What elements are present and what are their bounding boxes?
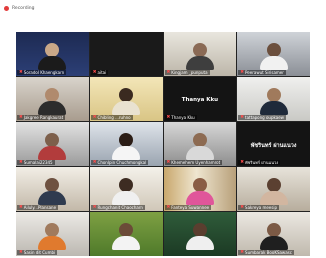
participant-tile[interactable] (163, 212, 237, 256)
participant-name: tattapong oupkaew (245, 115, 284, 120)
participant-tile[interactable]: พัชรินทร์ ผ่านแนวง ✖ พัชรินทร์ ผ่านแนวง (237, 122, 310, 166)
participant-tile[interactable]: ✖ Sumalai22345 (16, 122, 89, 166)
participant-tile[interactable]: ✖ Rungchanit Chaocharn (89, 167, 163, 211)
participant-video (185, 178, 214, 205)
recording-indicator: Recording (0, 0, 326, 16)
mic-muted-icon: ✖ (19, 205, 23, 210)
participant-tile[interactable]: ✖ Jakgree Rangkaurat (16, 77, 89, 121)
participant-tile[interactable]: ✖ Chonlpin Chuchmongkal (89, 122, 163, 166)
participant-name: Sumalai22345 (23, 160, 53, 165)
participant-name: Fanteya Suwannee (171, 205, 210, 210)
participant-name: Ailuly...Plansane (23, 205, 57, 210)
participant-tile[interactable]: ✖ Sumbarak BooKSawasc (237, 212, 310, 256)
gallery-view: ✖ Soradol Khaengkarn ✖ aitai ✖ Kingjam _pun… (16, 32, 310, 256)
participant-tile[interactable] (89, 212, 163, 256)
participant-tile[interactable]: ✖ Khemehem Uyenhamrot (163, 122, 237, 166)
participant-video (112, 88, 141, 115)
participant-video (112, 178, 141, 205)
participant-name: Rungchanit Chaocharn (97, 205, 143, 210)
participant-video (112, 133, 141, 160)
participant-name: Sumbarak BooKSawasc (245, 250, 292, 255)
mic-muted-icon: ✖ (92, 205, 97, 210)
participant-video (38, 43, 67, 70)
participant-video (259, 43, 288, 70)
participant-tile[interactable]: ✖ Kingjam _punputa (163, 32, 237, 76)
mic-muted-icon: ✖ (19, 115, 23, 120)
participant-name: Soradol Khaengkarn (23, 70, 65, 75)
mic-muted-icon: ✖ (19, 250, 23, 255)
participant-name-placeholder: พัชรินทร์ ผ่านแนวง (250, 142, 297, 149)
participant-name: Sasin dit Cumbi (23, 250, 56, 255)
mic-muted-icon: ✖ (240, 115, 245, 120)
participant-video (38, 178, 67, 205)
participant-video (38, 133, 67, 160)
participant-video (38, 223, 67, 250)
participant-tile[interactable]: ✖ Sasin dit Cumbi (16, 212, 89, 256)
mic-muted-icon: ✖ (166, 70, 171, 75)
participant-name: Jakgree Rangkaurat (23, 115, 64, 120)
participant-video (259, 223, 288, 250)
participant-tile[interactable]: Thanya Kku ✖ Thanya Kku (163, 77, 237, 121)
participant-name: พัชรินทร์ ผ่านแนวง (245, 160, 279, 165)
participant-video (259, 88, 288, 115)
participant-video (185, 133, 214, 160)
participant-video (185, 223, 214, 250)
participant-tile[interactable]: ✖ Sakreya meesip (237, 167, 310, 211)
mic-muted-icon: ✖ (166, 115, 171, 120)
participant-name-placeholder: Thanya Kku (181, 96, 219, 103)
mic-muted-icon: ✖ (240, 250, 245, 255)
mic-muted-icon: ✖ (166, 205, 171, 210)
participant-tile[interactable]: ✖ Soradol Khaengkarn (16, 32, 89, 76)
mic-muted-icon: ✖ (240, 205, 245, 210)
participant-name: Chibling ...ruhno (97, 115, 131, 120)
mic-muted-icon: ✖ (240, 160, 245, 165)
participant-name: Khemehem Uyenhamrot (171, 160, 221, 165)
mic-muted-icon: ✖ (92, 160, 97, 165)
mic-muted-icon: ✖ (92, 115, 97, 120)
participant-tile[interactable]: ✖ tattapong oupkaew (237, 77, 310, 121)
participant-tile[interactable]: ✖ Fanteya Suwannee (163, 167, 237, 211)
participant-video (259, 178, 288, 205)
zoom-meeting-window: Recording ✖ Soradol Khaengkarn ✖ aitai ✖ Ki… (0, 0, 326, 258)
participant-tile-active-speaker[interactable]: ✖ Chibling ...ruhno (89, 77, 163, 121)
mic-muted-icon: ✖ (92, 70, 97, 75)
record-icon (4, 5, 9, 11)
mic-muted-icon: ✖ (240, 70, 245, 75)
participant-name: aitai (97, 70, 107, 75)
mic-muted-icon: ✖ (19, 70, 23, 75)
participant-tile[interactable]: ✖ Peerawut Sirisamer (237, 32, 310, 76)
participant-tile[interactable]: ✖ aitai (89, 32, 163, 76)
participant-name: Thanya Kku (171, 115, 195, 120)
recording-label: Recording (12, 5, 35, 11)
participant-name: Chonlpin Chuchmongkal (97, 160, 147, 165)
participant-video (112, 223, 141, 250)
mic-muted-icon: ✖ (19, 160, 23, 165)
participant-video (38, 88, 67, 115)
participant-name: Kingjam _punputa (171, 70, 208, 75)
participant-video (185, 43, 214, 70)
participant-name: Peerawut Sirisamer (245, 70, 284, 75)
participant-name: Sakreya meesip (245, 205, 277, 210)
participant-tile[interactable]: ✖ Ailuly...Plansane (16, 167, 89, 211)
mic-muted-icon: ✖ (166, 160, 171, 165)
